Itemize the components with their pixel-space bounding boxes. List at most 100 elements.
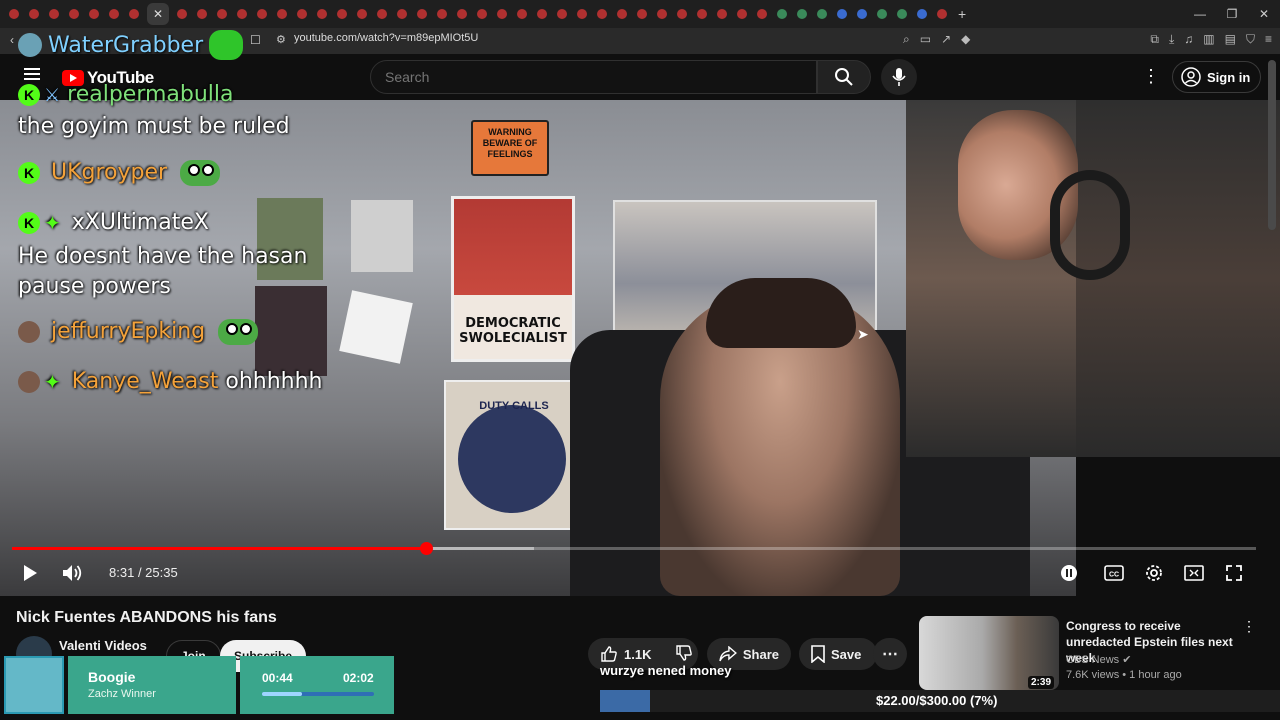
boogie-name: Boogie [88, 669, 136, 685]
dislike-button[interactable] [675, 644, 693, 665]
tab-favicon[interactable] [69, 9, 79, 19]
tab-favicon[interactable] [537, 9, 547, 19]
mute-button[interactable] [60, 562, 86, 584]
settings-button[interactable] [1143, 562, 1165, 584]
fullscreen-button[interactable] [1223, 562, 1245, 584]
tab-favicon[interactable] [317, 9, 327, 19]
tab-favicon[interactable] [129, 9, 139, 19]
more-actions-button[interactable]: ⋯ [873, 638, 907, 670]
tab-favicon[interactable] [457, 9, 467, 19]
tab-favicon[interactable] [417, 9, 427, 19]
tab-favicon[interactable] [757, 9, 767, 19]
browser-tab-strip: ✕ + — ❐ ✕ [0, 0, 1280, 28]
tab-favicon[interactable] [9, 9, 19, 19]
volume-icon [63, 565, 82, 581]
close-window-icon[interactable]: ✕ [1248, 0, 1280, 28]
search-button[interactable] [817, 60, 871, 94]
chat-header-username: WaterGrabber [48, 32, 204, 58]
share-page-icon[interactable]: ↗ [941, 32, 951, 47]
tab-favicon[interactable] [797, 9, 807, 19]
minimize-icon[interactable]: — [1184, 0, 1216, 28]
tab-favicon[interactable] [737, 9, 747, 19]
downloads-icon[interactable]: ⤓ [1169, 32, 1174, 47]
new-tab-icon[interactable]: + [958, 6, 966, 22]
tab-favicon[interactable] [89, 9, 99, 19]
tab-favicon[interactable] [297, 9, 307, 19]
tab-favicon[interactable] [917, 9, 927, 19]
zoom-icon[interactable]: ⌕ [903, 32, 910, 47]
tab-favicon[interactable] [597, 9, 607, 19]
headphones-icon [1050, 170, 1130, 280]
tab-favicon[interactable] [477, 9, 487, 19]
tab-favicon[interactable] [517, 9, 527, 19]
user-avatar [18, 321, 40, 343]
page-scrollbar[interactable] [1268, 60, 1276, 230]
sign-in-button[interactable]: Sign in [1172, 61, 1262, 93]
tab-favicon[interactable] [257, 9, 267, 19]
tab-favicon[interactable] [557, 9, 567, 19]
sidebar-icon[interactable]: ▥ [1203, 32, 1214, 47]
tab-favicon[interactable] [237, 9, 247, 19]
tab-favicon[interactable] [637, 9, 647, 19]
boogie-avatar [4, 656, 64, 714]
tab-favicon[interactable] [29, 9, 39, 19]
tab-favicon[interactable] [877, 9, 887, 19]
settings-menu-icon[interactable]: ⋮ [1142, 66, 1160, 87]
tab-favicon[interactable] [857, 9, 867, 19]
tab-favicon[interactable] [937, 9, 947, 19]
bookmark-icon[interactable]: ☐ [250, 33, 261, 47]
tab-favicon[interactable] [777, 9, 787, 19]
tab-favicon[interactable] [677, 9, 687, 19]
autoplay-toggle[interactable] [1058, 562, 1080, 584]
play-button[interactable] [18, 562, 42, 584]
active-tab-close-icon[interactable]: ✕ [147, 3, 169, 25]
tab-favicon[interactable] [277, 9, 287, 19]
guide-menu-icon[interactable] [24, 68, 40, 80]
tab-favicon[interactable] [197, 9, 207, 19]
tab-favicon[interactable] [109, 9, 119, 19]
tab-favicon[interactable] [357, 9, 367, 19]
site-info-icon[interactable]: ⚙ [276, 33, 286, 46]
extensions-icon[interactable]: ⧉ [1150, 32, 1159, 47]
recommended-channel[interactable]: CBS News ✔ [1066, 653, 1131, 666]
tab-favicon[interactable] [657, 9, 667, 19]
recommended-menu-icon[interactable]: ⋮ [1242, 618, 1256, 635]
search-input[interactable] [371, 61, 816, 93]
miniplayer-button[interactable] [1183, 562, 1205, 584]
extension-icon[interactable]: ◆ [961, 32, 970, 47]
like-button[interactable]: 1.1K [600, 645, 651, 663]
tab-favicon[interactable] [837, 9, 847, 19]
tab-favicon[interactable] [697, 9, 707, 19]
music-icon[interactable]: ♫ [1184, 32, 1193, 47]
tab-favicon[interactable] [497, 9, 507, 19]
save-button[interactable]: Save [799, 638, 877, 670]
shield-icon[interactable]: ⛉ [1246, 32, 1255, 47]
url-text[interactable]: youtube.com/watch?v=m89epMIOt5U [294, 32, 478, 44]
tab-favicon[interactable] [49, 9, 59, 19]
tab-favicon[interactable] [377, 9, 387, 19]
wallet-icon[interactable]: ▤ [1225, 32, 1236, 47]
progress-bar[interactable] [12, 542, 1256, 555]
subtitles-button[interactable]: CC [1103, 562, 1125, 584]
screenshot-icon[interactable]: ▭ [920, 32, 931, 47]
browser-toolbar-icons: ⌕ ▭ ↗ ◆ ⧉ ⤓ ♫ ▥ ▤ ⛉ ≡ [903, 32, 1272, 47]
stream-caption: wurzye nened money [600, 663, 732, 678]
user-avatar [18, 371, 40, 393]
tab-favicon[interactable] [337, 9, 347, 19]
voice-search-button[interactable] [881, 59, 917, 95]
tab-favicon[interactable] [817, 9, 827, 19]
donation-goal-text: $22.00/$300.00 (7%) [876, 693, 998, 708]
channel-name[interactable]: Valenti Videos [59, 638, 147, 653]
tab-favicon[interactable] [217, 9, 227, 19]
tab-favicon[interactable] [897, 9, 907, 19]
tab-favicon[interactable] [437, 9, 447, 19]
tab-favicon[interactable] [717, 9, 727, 19]
chat-username: Kanye_Weast [71, 369, 219, 394]
tab-favicon[interactable] [577, 9, 587, 19]
menu-icon[interactable]: ≡ [1265, 32, 1272, 47]
tab-favicon[interactable] [177, 9, 187, 19]
tab-favicon[interactable] [617, 9, 627, 19]
back-icon[interactable]: ‹ [10, 33, 14, 47]
maximize-icon[interactable]: ❐ [1216, 0, 1248, 28]
tab-favicon[interactable] [397, 9, 407, 19]
